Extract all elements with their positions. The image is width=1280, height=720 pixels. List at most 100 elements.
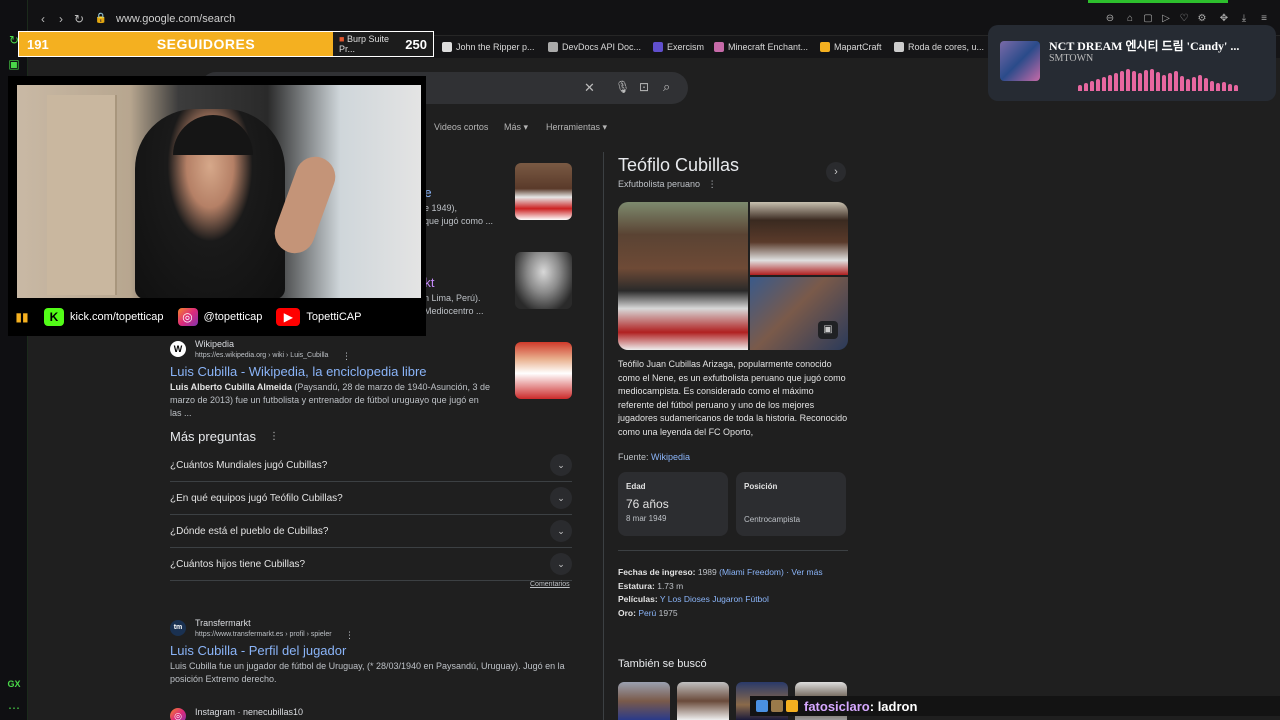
chevron-down-icon[interactable]: ⌄ [550,454,572,476]
age-label: Edad [626,482,646,491]
kp-source-label: Fuente: [618,452,649,462]
more-options-icon[interactable]: ⋮ [269,431,279,442]
visualizer-bar [1204,78,1208,91]
forward-icon[interactable]: › [54,12,68,26]
tab-more-label: Más [504,122,522,132]
download-icon[interactable]: ⤓ [1238,13,1250,25]
question-row[interactable]: ¿Dónde está el pueblo de Cubillas? ⌄ [170,515,572,548]
result-url[interactable]: https://www.transfermarkt.es › profil › … [195,631,332,638]
tab-tools[interactable]: Herramientas ▾ [546,122,607,133]
song-title: NCT DREAM 엔시티 드림 'Candy' ... [1049,39,1240,53]
social-label: @topetticap [203,311,263,323]
clear-icon[interactable]: ✕ [584,80,595,96]
address-bar[interactable]: www.google.com/search [116,13,235,25]
kp-image[interactable] [750,202,848,275]
visualizer-bar [1108,75,1112,91]
age-card[interactable]: Edad 76 años 8 mar 1949 [618,472,728,536]
kick-icon: K [44,308,64,326]
related-thumbnail[interactable] [677,682,729,720]
visualizer-bar [1162,75,1166,91]
lens-icon[interactable]: ⊡ [639,80,649,94]
gx-icon[interactable]: GX [6,676,22,692]
bookmark-label: DevDocs API Doc... [562,42,642,52]
visualizer-bar [1114,73,1118,91]
chevron-down-icon[interactable]: ⌄ [550,520,572,542]
kp-title: Teófilo Cubillas [618,155,740,175]
snapshot-icon[interactable]: ⌂ [1124,13,1136,25]
kp-source-link[interactable]: Wikipedia [651,452,690,462]
chevron-right-icon[interactable]: › [826,162,846,182]
reload-icon[interactable]: ↻ [72,12,86,26]
player-icon[interactable]: ▷ [1160,13,1172,25]
position-card[interactable]: Posición Centrocampista [736,472,846,536]
result-thumbnail[interactable] [515,252,572,309]
caret-down-icon: ▾ [602,122,608,132]
visualizer-bar [1234,85,1238,91]
shop-icon[interactable]: ▣ [6,56,22,72]
zoom-icon[interactable]: ⊖ [1104,13,1116,25]
kp-image[interactable]: ▣ [750,277,848,350]
visualizer-bar [1228,84,1232,91]
back-icon[interactable]: ‹ [36,12,50,26]
result-title[interactable]: Luis Cubilla - Perfil del jugador [170,643,346,658]
result-thumbnail[interactable] [515,342,572,399]
color-wheel-icon [894,42,904,52]
result-thumbnail[interactable] [515,163,572,220]
question-row[interactable]: ¿En qué equipos jugó Teófilo Cubillas? ⌄ [170,482,572,515]
visualizer-bar [1078,85,1082,91]
search-icon[interactable]: ⌕ [663,79,670,95]
extensions-icon[interactable]: ✥ [1218,13,1230,25]
feedback-link[interactable]: Comentarios [530,581,570,588]
question-row[interactable]: ¿Cuántos Mundiales jugó Cubillas? ⌄ [170,449,572,482]
tab-more[interactable]: Más ▾ [504,122,528,133]
social-links-overlay: ▮▮ Kkick.com/topetticap ◎ @topetticap ▶ To… [8,298,426,336]
wardrobe [47,95,117,295]
chat-message-overlay: fatosiclaro : ladron [750,696,1280,716]
kp-main-image[interactable] [618,202,748,350]
fact-link[interactable]: Perú [638,608,656,618]
kp-source: Fuente: Wikipedia [618,452,690,462]
fact-link[interactable]: (Miami Freedom) [719,567,784,577]
result-title[interactable]: Luis Cubilla - Wikipedia, la enciclopedi… [170,364,427,379]
bookmark-john[interactable]: John the Ripper p... [442,39,535,55]
question-text: ¿Cuántos hijos tiene Cubillas? [170,558,306,570]
more-options-icon[interactable]: ⋮ [342,351,351,362]
position-value: Centrocampista [744,515,801,524]
mic-icon[interactable]: 🎙 [615,80,630,94]
more-options-icon[interactable]: ⋮ [703,179,717,189]
followers-count: 191 [27,36,49,52]
more-options-icon[interactable]: ⋮ [345,630,354,641]
result-site-name: Transfermarkt [195,618,251,628]
visualizer-bar [1216,83,1220,91]
bookmark-roda[interactable]: Roda de cores, u... [894,39,984,55]
related-thumbnail[interactable] [618,682,670,720]
also-searched-heading: También se buscó [618,658,707,670]
chevron-down-icon[interactable]: ⌄ [550,487,572,509]
visualizer-bar [1138,73,1142,91]
fact-value: 1.73 m [657,580,684,591]
bookmark-mapartcraft[interactable]: MapartCraft [820,39,882,55]
fact-value: 1989 [697,567,717,577]
settings-icon[interactable]: ⚙ [1196,13,1208,25]
crown-icon [786,700,798,712]
bookmark-minecraft[interactable]: Minecraft Enchant... [714,39,808,55]
chevron-down-icon[interactable]: ⌄ [550,553,572,575]
bookmark-exercism[interactable]: Exercism [653,39,704,55]
tab-short-videos[interactable]: Videos cortos [434,122,488,132]
result-url[interactable]: https://es.wikipedia.org › wiki › Luis_C… [195,352,328,359]
visualizer-bar [1156,72,1160,91]
heart-icon[interactable]: ♡ [1178,13,1190,25]
more-icon[interactable]: ⋯ [6,700,22,716]
kp-facts: Fechas de ingreso: 1989 (Miami Freedom) … [618,566,823,620]
see-more-link[interactable]: · Ver más [786,567,822,577]
toolbar-accent [1088,0,1228,3]
webcam-feed [17,85,421,299]
followers-label: SEGUIDORES [156,36,256,52]
tabs-icon[interactable]: ▢ [1142,13,1154,25]
bookmark-devdocs[interactable]: DevDocs API Doc... [548,39,641,55]
fact-link[interactable]: Y Los Dioses Jugaron Fútbol [660,594,769,604]
social-kick: Kkick.com/topetticap [44,308,164,326]
gallery-icon[interactable]: ▣ [818,321,838,339]
question-row[interactable]: ¿Cuántos hijos tiene Cubillas? ⌄ [170,548,572,581]
menu-icon[interactable]: ≡ [1258,13,1270,25]
